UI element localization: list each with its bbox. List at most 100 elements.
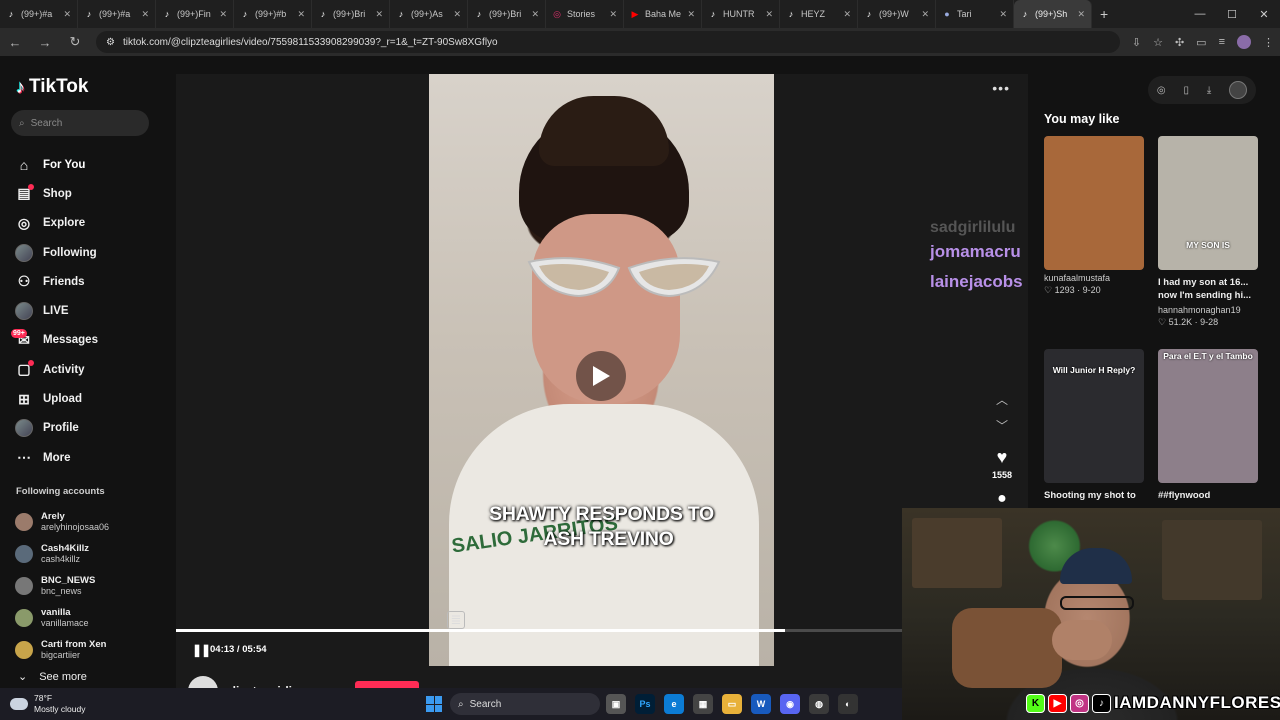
file-explorer-icon[interactable]: ▭ [722,694,742,714]
play-icon [593,366,610,386]
more-options-icon[interactable]: ••• [992,80,1010,96]
video-thumbnail[interactable]: Will Junior H Reply? [1044,349,1144,483]
browser-tab[interactable]: ♪ (99+)Sh ✕ [1014,0,1092,28]
browser-menu-icon[interactable]: ⋮ [1263,36,1274,49]
tiktok-logo[interactable]: ♪ TikTok [16,76,88,98]
taskbar-search[interactable]: ⌕ Search [450,693,600,715]
close-tab-icon[interactable]: ✕ [999,9,1007,20]
recommended-video-card[interactable]: Para el E.T y el Tambo ##flynwood [1158,349,1258,502]
close-tab-icon[interactable]: ✕ [609,9,617,20]
pause-icon[interactable]: ❚❚ [192,643,211,657]
browser-tab[interactable]: ♪ (99+)As ✕ [390,0,468,28]
close-tab-icon[interactable]: ✕ [63,9,71,20]
extensions-icon[interactable]: ✣ [1175,36,1184,49]
compass-small-icon[interactable]: ◎ [1157,85,1166,96]
close-tab-icon[interactable]: ✕ [375,9,383,20]
close-tab-icon[interactable]: ✕ [219,9,227,20]
close-tab-icon[interactable]: ✕ [765,9,773,20]
reload-icon[interactable]: ↻ [66,34,84,50]
close-tab-icon[interactable]: ✕ [843,9,851,20]
forward-icon[interactable]: → [36,35,54,50]
close-tab-icon[interactable]: ✕ [297,9,305,20]
store-icon[interactable]: ▦ [693,694,713,714]
like-heart-icon[interactable]: ♥ [988,447,1016,468]
obs-icon[interactable]: ◐ [838,694,858,714]
following-account[interactable]: Carti from Xen bigcartiier [15,634,109,666]
windows-start-icon[interactable] [426,696,442,712]
chrome-icon[interactable]: ◍ [809,694,829,714]
see-more-button[interactable]: ⌄ See more [18,670,87,684]
browser-tab[interactable]: ♪ HEYZ ✕ [780,0,858,28]
download-icon[interactable]: ⤓ [1207,85,1211,96]
device-icon[interactable]: ▯ [1183,85,1189,96]
sidepanel-icon[interactable]: ▭ [1196,36,1206,49]
back-icon[interactable]: ← [6,35,24,50]
previous-video-icon[interactable]: ︿ [988,387,1016,413]
following-account[interactable]: vanilla vanillamace [15,602,109,634]
play-button[interactable] [576,351,626,401]
close-tab-icon[interactable]: ✕ [921,9,929,20]
word-icon[interactable]: W [751,694,771,714]
comment-icon[interactable]: ● [988,490,1016,508]
close-tab-icon[interactable]: ✕ [453,9,461,20]
browser-tab[interactable]: ▶ Baha Me ✕ [624,0,702,28]
browser-tab[interactable]: ♪ (99+)Bri ✕ [312,0,390,28]
sidebar-item-friends[interactable]: ⚇ Friends [15,267,98,296]
next-video-icon[interactable]: ﹀ [988,413,1016,439]
site-info-icon[interactable]: ⚙ [106,37,115,48]
edge-icon[interactable]: e [664,694,684,714]
video-frame[interactable]: SALIO JARRITOS SHAWTY RESPONDS TO ASH TR… [429,74,774,666]
minimize-icon[interactable]: — [1184,8,1216,20]
sidebar-item-upload[interactable]: ⊞ Upload [15,384,98,413]
recommended-video-card[interactable]: Will Junior H Reply? Shooting my shot to [1044,349,1144,502]
sidebar-item-more[interactable]: ⋯ More [15,443,98,472]
video-thumbnail[interactable]: Para el E.T y el Tambo [1158,349,1258,483]
video-caption: SHAWTY RESPONDS TO ASH TREVINO [429,502,774,552]
video-thumbnail[interactable]: MY SON IS [1158,136,1258,270]
browser-tab[interactable]: ♪ (99+)Bri ✕ [468,0,546,28]
browser-tab[interactable]: ♪ (99+)#a ✕ [78,0,156,28]
browser-tab[interactable]: ♪ (99+)Fin ✕ [156,0,234,28]
bookmark-star-icon[interactable]: ☆ [1153,36,1163,49]
sidebar-item-profile[interactable]: Profile [15,414,98,443]
sidebar-item-following[interactable]: Following [15,238,98,267]
browser-tab[interactable]: ● Tari ✕ [936,0,1014,28]
following-account[interactable]: Arely arelyhinojosaa06 [15,506,109,538]
sidebar-item-live[interactable]: LIVE [15,296,98,325]
following-account[interactable]: BNC_NEWS bnc_news [15,570,109,602]
browser-tab[interactable]: ♪ (99+)W ✕ [858,0,936,28]
task-view-icon[interactable]: ▣ [606,694,626,714]
video-thumbnail[interactable] [1044,136,1144,270]
sidebar-item-messages[interactable]: ✉ 99+ Messages [11,326,98,355]
search-input[interactable]: ⌕ Search [11,110,149,136]
weather-widget[interactable]: 78°F Mostly cloudy [10,693,86,715]
close-window-icon[interactable]: ✕ [1248,8,1280,21]
discord-icon[interactable]: ◉ [780,694,800,714]
sidebar-item-activity[interactable]: ▢ Activity [15,355,98,384]
close-tab-icon[interactable]: ✕ [1077,9,1085,20]
new-tab-icon[interactable]: + [1092,6,1116,22]
sidebar-item-explore[interactable]: ◎ Explore [15,209,98,238]
browser-tab[interactable]: ♪ (99+)#b ✕ [234,0,312,28]
sidebar-item-shop[interactable]: ▤ Shop [15,179,98,208]
user-avatar[interactable] [1229,81,1248,99]
following-account[interactable]: Cash4Killz cash4killz [15,538,109,570]
video-progress-bar[interactable] [176,629,906,632]
tiktok-note-icon: ♪ [16,76,25,97]
browser-tab[interactable]: ◎ Stories ✕ [546,0,624,28]
recommended-video-card[interactable]: MY SON IS I had my son at 16... now I'm s… [1158,136,1258,328]
close-tab-icon[interactable]: ✕ [687,9,695,20]
browser-profile-avatar[interactable] [1237,35,1251,49]
sidebar-item-for-you[interactable]: ⌂ For You [15,150,98,179]
media-icon[interactable]: ≡ [1219,36,1225,48]
close-tab-icon[interactable]: ✕ [531,9,539,20]
browser-tab[interactable]: ♪ (99+)#a ✕ [0,0,78,28]
recommended-video-card[interactable]: kunafaalmustafa ♡ 1293 · 9-20 [1044,136,1144,296]
maximize-icon[interactable]: ☐ [1216,8,1248,21]
close-tab-icon[interactable]: ✕ [141,9,149,20]
address-bar[interactable]: ⚙ tiktok.com/@clipzteagirlies/video/7559… [96,31,1120,53]
browser-tab[interactable]: ♪ HUNTR ✕ [702,0,780,28]
photoshop-icon[interactable]: Ps [635,694,655,714]
transcript-icon[interactable]: ≣ [447,611,465,629]
install-icon[interactable]: ⇩ [1132,36,1141,49]
